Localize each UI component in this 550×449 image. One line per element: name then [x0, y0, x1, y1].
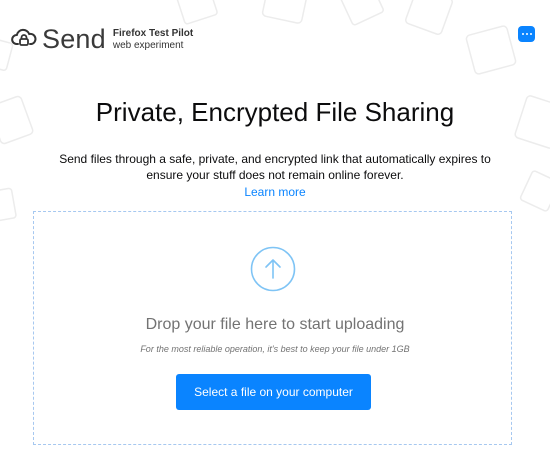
- select-file-button[interactable]: Select a file on your computer: [176, 374, 371, 410]
- drop-instruction: Drop your file here to start uploading: [145, 316, 405, 333]
- learn-more-link[interactable]: Learn more: [0, 185, 550, 199]
- header: Send Firefox Test Pilot web experiment: [0, 0, 550, 80]
- description-line-2: ensure your stuff does not remain online…: [146, 168, 404, 182]
- chat-bubble-icon: [521, 33, 532, 35]
- feedback-button[interactable]: [518, 26, 535, 42]
- test-pilot-label[interactable]: Firefox Test Pilot web experiment: [113, 26, 193, 52]
- file-size-hint: For the most reliable operation, it's be…: [140, 344, 410, 354]
- test-pilot-subtitle: web experiment: [112, 40, 184, 51]
- page-description: Send files through a safe, private, and …: [0, 151, 550, 183]
- brand-name: Send: [42, 24, 106, 54]
- upload-arrow-icon: [250, 246, 296, 292]
- brand[interactable]: Send Firefox Test Pilot web experiment: [11, 24, 193, 54]
- send-cloud-icon: [11, 28, 37, 46]
- description-line-1: Send files through a safe, private, and …: [59, 152, 491, 166]
- page-title: Private, Encrypted File Sharing: [95, 97, 455, 127]
- test-pilot-title: Firefox Test Pilot: [112, 28, 194, 39]
